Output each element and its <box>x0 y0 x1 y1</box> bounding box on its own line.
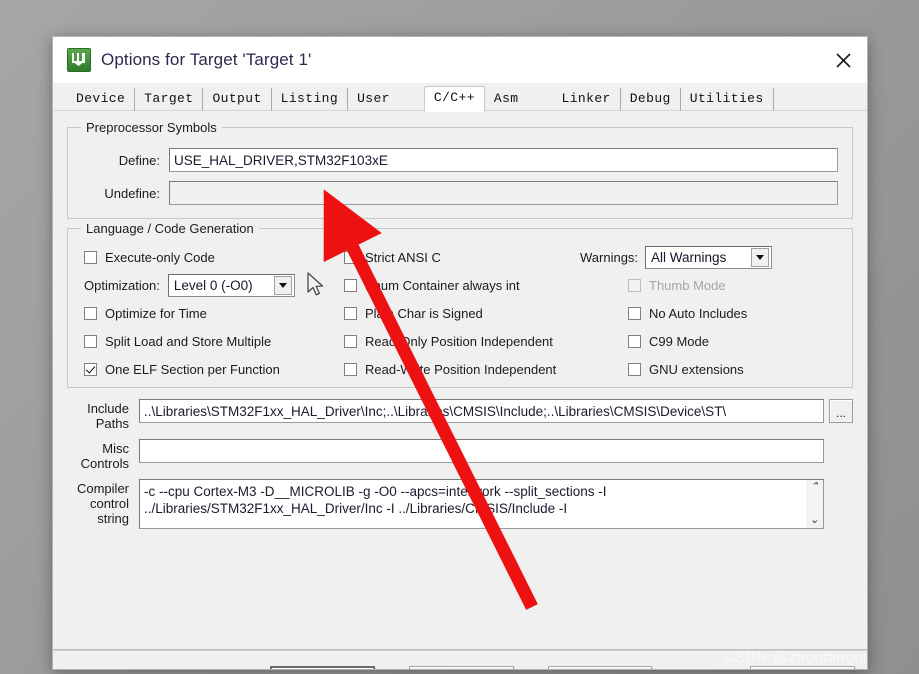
optimization-label: Optimization: <box>84 277 160 293</box>
checkbox-box <box>628 362 641 376</box>
checkbox-label: Read-Write Position Independent <box>365 361 557 377</box>
uvision-logo-icon <box>67 48 91 72</box>
checkbox-no-auto-includes[interactable]: No Auto Includes <box>580 299 826 327</box>
checkbox-plain-char-is-signed[interactable]: Plain Char is Signed <box>344 299 580 327</box>
checkbox-label: Strict ANSI C <box>365 249 441 265</box>
tab-utilities[interactable]: Utilities <box>681 88 774 111</box>
preprocessor-group-label: Preprocessor Symbols <box>81 120 222 135</box>
checkbox-label: Optimize for Time <box>105 305 207 321</box>
tab-listing[interactable]: Listing <box>272 88 349 111</box>
checkbox-label: C99 Mode <box>649 333 709 349</box>
checkbox-box <box>84 306 97 320</box>
dialog-title: Options for Target 'Target 1' <box>101 50 312 69</box>
tab-asm[interactable]: Asm <box>485 88 553 111</box>
language-group-label: Language / Code Generation <box>81 221 259 236</box>
ok-button[interactable]: OK <box>270 665 375 669</box>
checkbox-thumb-mode[interactable]: Thumb Mode <box>580 271 826 299</box>
tab-panel-c-cpp: Preprocessor Symbols Define: USE_HAL_DRI… <box>53 111 867 529</box>
tab-c-cpp[interactable]: C/C++ <box>423 86 485 112</box>
checkbox-enum-container-always-int[interactable]: Enum Container always int <box>344 271 580 299</box>
checkbox-box <box>84 334 97 348</box>
include-paths-row: Include Paths ..\Libraries\STM32F1xx_HAL… <box>67 399 853 431</box>
checkbox-gnu-extensions[interactable]: GNU extensions <box>580 355 826 383</box>
options-dialog: Options for Target 'Target 1' Device Tar… <box>52 36 868 670</box>
checkbox-label: One ELF Section per Function <box>105 361 280 377</box>
checkbox-split-load-and-store-multiple[interactable]: Split Load and Store Multiple <box>84 327 340 355</box>
tab-user[interactable]: User <box>348 88 424 111</box>
misc-controls-label: Misc Controls <box>80 441 129 471</box>
optimization-select[interactable]: Level 0 (-O0) <box>167 273 295 297</box>
checkbox-box <box>628 334 641 348</box>
checkbox-box <box>344 250 357 264</box>
undefine-row: Undefine: <box>82 181 838 205</box>
checkbox-execute-only-code[interactable]: Execute-only Code <box>84 243 340 271</box>
misc-controls-input[interactable] <box>139 439 824 463</box>
checkbox-box <box>84 250 97 264</box>
warnings-value: All Warnings <box>651 249 727 265</box>
tab-linker[interactable]: Linker <box>553 88 621 111</box>
scroll-down-icon[interactable]: ⌄ <box>810 515 819 526</box>
define-label: Define: <box>118 152 160 168</box>
checkbox-box <box>84 362 97 376</box>
scroll-up-icon[interactable]: ⌃ <box>810 482 819 493</box>
checkbox-c99-mode[interactable]: C99 Mode <box>580 327 826 355</box>
checkbox-label: Thumb Mode <box>649 277 726 293</box>
checkbox-label: Read-Only Position Independent <box>365 333 553 349</box>
tab-bar: Device Target Output Listing User C/C++ … <box>53 83 867 112</box>
tab-target[interactable]: Target <box>135 88 204 111</box>
tab-debug[interactable]: Debug <box>621 88 681 111</box>
undefine-label: Undefine: <box>104 185 160 201</box>
checkbox-box <box>628 278 641 292</box>
checkbox-strict-ansi-c[interactable]: Strict ANSI C <box>344 243 580 271</box>
checkbox-box <box>344 334 357 348</box>
defaults-button[interactable]: Defaults <box>547 665 653 669</box>
cancel-button[interactable]: Cancel <box>408 665 514 669</box>
checkbox-read-only-position-independent[interactable]: Read-Only Position Independent <box>344 327 580 355</box>
checkbox-label: No Auto Includes <box>649 305 748 321</box>
warnings-select[interactable]: All Warnings <box>645 245 773 269</box>
checkbox-label: GNU extensions <box>649 361 744 377</box>
chevron-down-icon[interactable] <box>273 275 292 295</box>
close-icon <box>835 52 851 68</box>
language-column-right: Warnings: All Warnings Thumb Mode No Aut… <box>580 243 826 387</box>
dialog-titlebar: Options for Target 'Target 1' <box>53 37 867 83</box>
checkbox-optimize-for-time[interactable]: Optimize for Time <box>84 299 340 327</box>
define-row: Define: USE_HAL_DRIVER,STM32F103xE <box>82 148 838 172</box>
misc-controls-row: Misc Controls <box>67 439 853 471</box>
undefine-input[interactable] <box>169 181 838 205</box>
compiler-control-string-textarea[interactable]: -c --cpu Cortex-M3 -D__MICROLIB -g -O0 -… <box>139 479 824 529</box>
checkbox-label: Enum Container always int <box>365 277 520 293</box>
optimization-value: Level 0 (-O0) <box>173 277 253 293</box>
paths-and-controls-section: Include Paths ..\Libraries\STM32F1xx_HAL… <box>67 397 853 529</box>
warnings-label: Warnings: <box>580 249 639 265</box>
language-column-middle: Strict ANSI C Enum Container always int … <box>340 243 580 387</box>
compiler-string-scrollbar[interactable]: ⌃ ⌄ <box>806 480 823 528</box>
watermark-text: CSDN @zhoutanooi <box>723 649 867 666</box>
chevron-down-icon[interactable] <box>751 247 770 267</box>
include-paths-input[interactable]: ..\Libraries\STM32F1xx_HAL_Driver\Inc;..… <box>139 399 824 423</box>
checkbox-label: Execute-only Code <box>105 249 215 265</box>
language-code-generation-group: Language / Code Generation Execute-only … <box>67 221 853 388</box>
include-paths-browse-button[interactable]: ... <box>829 399 853 423</box>
optimization-row: Optimization: Level 0 (-O0) <box>84 271 340 299</box>
checkbox-one-elf-section-per-function[interactable]: One ELF Section per Function <box>84 355 340 383</box>
checkbox-read-write-position-independent[interactable]: Read-Write Position Independent <box>344 355 580 383</box>
checkbox-box <box>344 362 357 376</box>
language-column-left: Execute-only Code Optimization: Level 0 … <box>68 243 340 387</box>
include-paths-label: Include Paths <box>87 401 129 431</box>
checkbox-label: Split Load and Store Multiple <box>105 333 272 349</box>
help-button[interactable]: Help <box>750 665 855 669</box>
preprocessor-symbols-group: Preprocessor Symbols Define: USE_HAL_DRI… <box>67 120 853 219</box>
compiler-control-string-row: Compiler control string -c --cpu Cortex-… <box>67 479 853 529</box>
checkbox-box <box>628 306 641 320</box>
checkbox-box <box>344 306 357 320</box>
warnings-row: Warnings: All Warnings <box>580 243 826 271</box>
compiler-control-string-label: Compiler control string <box>76 481 129 526</box>
checkbox-label: Plain Char is Signed <box>365 305 483 321</box>
close-button[interactable] <box>819 37 867 83</box>
tab-output[interactable]: Output <box>203 88 272 111</box>
checkbox-box <box>344 278 357 292</box>
define-input[interactable]: USE_HAL_DRIVER,STM32F103xE <box>169 148 838 172</box>
tab-device[interactable]: Device <box>67 88 136 111</box>
